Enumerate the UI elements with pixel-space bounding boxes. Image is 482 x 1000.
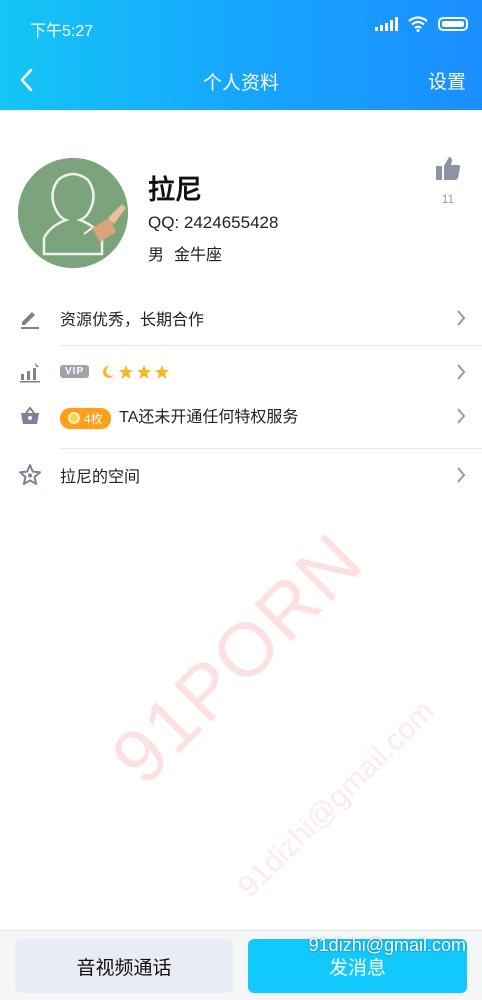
zodiac-label: 金牛座 <box>174 247 223 264</box>
privilege-row[interactable]: 4枚 TA还未开通任何特权服务 <box>0 394 482 438</box>
star-outline-icon <box>19 464 41 485</box>
status-bar: 下午5:27 <box>0 0 482 50</box>
like-count: 11 <box>441 192 455 206</box>
avatar[interactable] <box>18 158 128 268</box>
star-icon <box>118 364 133 379</box>
bottom-bar: 音视频通话 发消息 <box>0 930 482 1000</box>
battery-icon <box>438 17 468 31</box>
video-call-button[interactable]: 音视频通话 <box>15 939 233 993</box>
vip-badge: VIP <box>60 365 90 379</box>
chevron-right-icon <box>457 467 466 483</box>
privilege-info: 4枚 TA还未开通任何特权服务 <box>60 403 299 429</box>
vip-level-row[interactable]: VIP <box>0 350 482 394</box>
moon-icon <box>102 365 114 378</box>
status-time: 下午5:27 <box>30 23 94 40</box>
edit-icon <box>21 312 39 329</box>
signature-row[interactable]: 资源优秀，长期合作 <box>0 296 482 340</box>
thumbs-up-icon <box>436 157 461 180</box>
signature-text: 资源优秀，长期合作 <box>60 312 205 329</box>
level-icons <box>100 364 170 380</box>
star-icon <box>154 364 169 379</box>
profile-content: 拉尼 QQ: 2424655428 男金牛座 11 资源优秀，长期合作 VIP … <box>0 110 482 930</box>
like-button[interactable]: 11 <box>428 155 468 206</box>
star-icon <box>136 364 151 379</box>
qq-number: QQ: 2424655428 <box>148 213 279 232</box>
privilege-text: TA还未开通任何特权服务 <box>119 409 299 427</box>
signal-icon <box>375 17 398 31</box>
gender-label: 男 <box>148 247 165 264</box>
profile-name: 拉尼 <box>148 175 202 205</box>
settings-button[interactable]: 设置 <box>428 67 466 94</box>
divider <box>60 448 482 449</box>
coin-count: 4枚 <box>84 411 103 426</box>
header: 下午5:27 个人资料 设置 <box>0 0 482 110</box>
send-message-button[interactable]: 发消息 <box>248 939 467 993</box>
status-icons <box>375 16 468 32</box>
avatar-image <box>18 158 128 268</box>
chevron-right-icon <box>457 408 466 424</box>
divider <box>60 345 482 346</box>
coin-badge: 4枚 <box>60 407 111 429</box>
coin-icon <box>68 412 80 425</box>
level-up-icon <box>20 362 40 383</box>
page-title: 个人资料 <box>202 73 279 94</box>
nav-bar: 个人资料 设置 <box>0 52 482 108</box>
vip-level: VIP <box>60 363 170 381</box>
chevron-right-icon <box>457 364 466 380</box>
wifi-icon <box>408 16 428 32</box>
space-row[interactable]: 拉尼的空间 <box>0 453 482 497</box>
profile-info: 男金牛座 <box>148 241 222 265</box>
chevron-right-icon <box>457 310 466 326</box>
space-label: 拉尼的空间 <box>60 469 141 486</box>
basket-icon <box>21 406 39 424</box>
